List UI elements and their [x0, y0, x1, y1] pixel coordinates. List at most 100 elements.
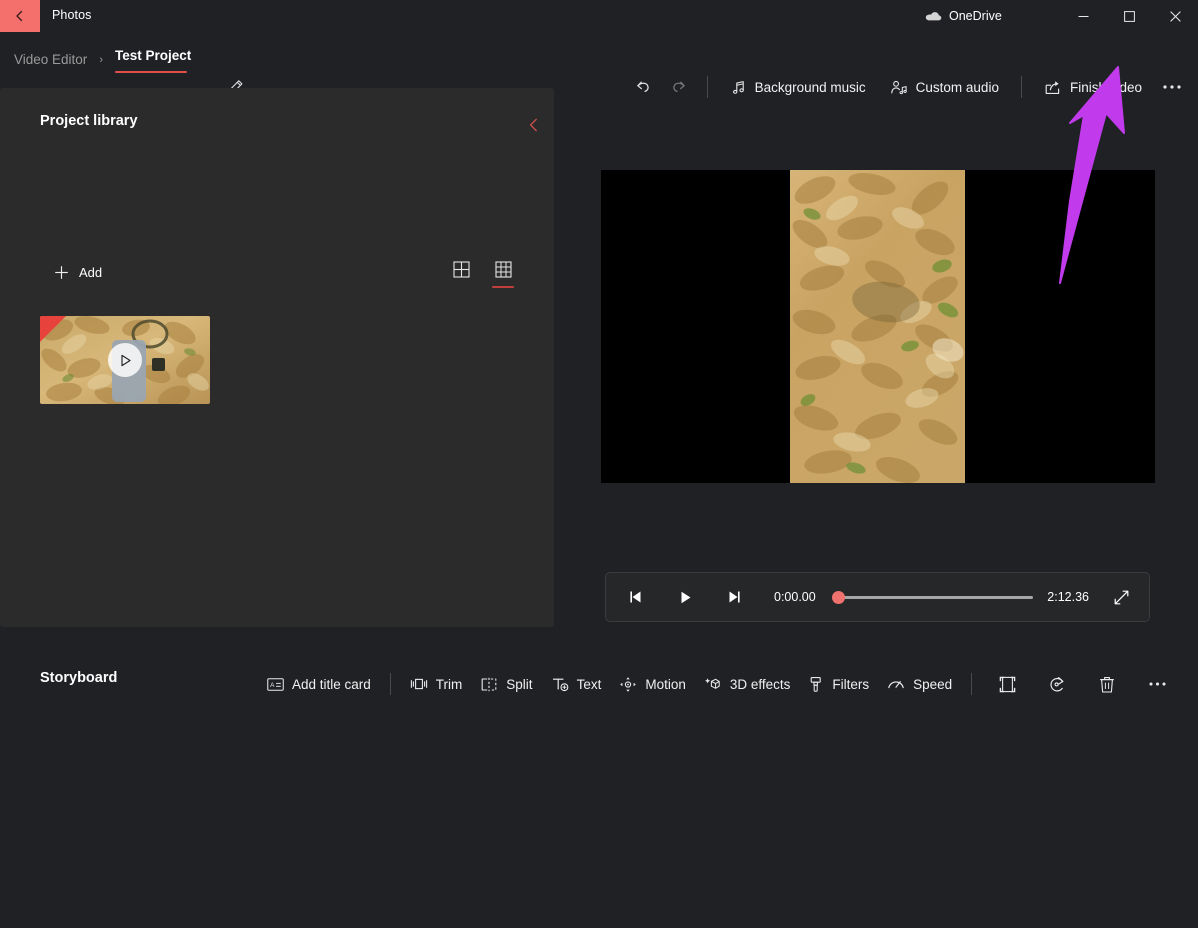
library-clip-thumbnail[interactable]	[40, 316, 210, 404]
undo-button[interactable]	[625, 70, 661, 104]
close-button[interactable]	[1152, 0, 1198, 32]
minimize-button[interactable]	[1060, 0, 1106, 32]
background-music-label: Background music	[755, 80, 866, 95]
photos-video-editor-window: Photos OneDrive	[0, 0, 1198, 928]
project-library-title: Project library	[40, 113, 138, 129]
motion-icon	[619, 676, 637, 693]
filters-button[interactable]: Filters	[799, 668, 878, 700]
title-card-icon: A	[267, 677, 284, 692]
clip-flag-marker	[40, 316, 66, 342]
trim-label: Trim	[436, 677, 463, 692]
project-library-panel: Project library Add	[0, 88, 554, 627]
title-bar: Photos OneDrive	[0, 0, 1198, 32]
redo-button[interactable]	[661, 70, 697, 104]
rotate-icon	[1048, 675, 1067, 694]
split-label: Split	[506, 677, 532, 692]
storyboard-more-options-button[interactable]	[1138, 668, 1176, 700]
onedrive-status[interactable]: OneDrive	[925, 6, 1002, 26]
previous-frame-icon	[628, 590, 644, 604]
rotate-button[interactable]	[1038, 668, 1076, 700]
small-grid-view-button[interactable]	[489, 258, 517, 288]
chevron-left-icon	[527, 117, 541, 133]
motion-button[interactable]: Motion	[610, 668, 695, 700]
share-export-icon	[1044, 79, 1062, 96]
split-icon	[480, 677, 498, 692]
text-button[interactable]: Text	[542, 668, 611, 700]
breadcrumb-current-project[interactable]: Test Project	[113, 44, 193, 75]
delete-button[interactable]	[1088, 668, 1126, 700]
custom-audio-label: Custom audio	[916, 80, 999, 95]
large-grid-view-button[interactable]	[447, 258, 475, 288]
grid-2x2-icon	[453, 261, 470, 278]
app-title: Photos	[52, 8, 92, 22]
fullscreen-button[interactable]	[1103, 580, 1139, 614]
speed-label: Speed	[913, 677, 952, 692]
current-time-label: 0:00.00	[774, 590, 816, 604]
filters-icon	[808, 676, 824, 693]
crop-resize-icon	[998, 675, 1017, 694]
minimize-icon	[1078, 11, 1089, 22]
play-button[interactable]	[667, 580, 703, 614]
add-title-card-button[interactable]: A Add title card	[258, 668, 380, 700]
storyboard-strip: 2:12	[0, 725, 1198, 900]
redo-icon	[669, 77, 689, 97]
crop-resize-button[interactable]	[988, 668, 1026, 700]
previous-frame-button[interactable]	[618, 580, 654, 614]
play-icon	[678, 590, 693, 605]
toolbar-divider	[707, 76, 708, 98]
trim-icon	[410, 676, 428, 692]
custom-audio-button[interactable]: Custom audio	[878, 70, 1011, 104]
add-media-button[interactable]: Add	[50, 260, 106, 284]
scrubber-handle[interactable]	[832, 591, 845, 604]
undo-icon	[633, 77, 653, 97]
text-icon	[551, 676, 569, 692]
close-icon	[1170, 11, 1181, 22]
background-music-button[interactable]: Background music	[718, 70, 878, 104]
back-arrow-icon	[12, 8, 28, 24]
library-view-toggles	[447, 258, 517, 288]
grid-3x3-icon	[495, 261, 512, 278]
3d-effects-icon	[704, 676, 722, 693]
scrubber-track	[839, 596, 1034, 599]
breadcrumb-separator: ›	[99, 54, 103, 66]
window-controls	[1060, 0, 1198, 32]
more-options-button[interactable]	[1154, 70, 1190, 104]
add-label: Add	[79, 265, 102, 280]
toolbar-divider-2	[1021, 76, 1022, 98]
next-frame-icon	[726, 590, 742, 604]
project-name: Test Project	[115, 48, 191, 63]
3d-effects-label: 3D effects	[730, 677, 791, 692]
filters-label: Filters	[832, 677, 869, 692]
storyboard-title: Storyboard	[40, 670, 117, 686]
next-frame-button[interactable]	[716, 580, 752, 614]
video-preview-stage	[601, 170, 1155, 483]
play-icon	[118, 353, 133, 368]
breadcrumb-video-editor[interactable]: Video Editor	[12, 49, 89, 70]
playback-scrubber[interactable]	[832, 587, 1034, 607]
3d-effects-button[interactable]: 3D effects	[695, 668, 800, 700]
onedrive-label: OneDrive	[949, 9, 1002, 23]
person-audio-icon	[890, 79, 908, 96]
text-label: Text	[577, 677, 602, 692]
more-horizontal-icon	[1162, 84, 1182, 90]
preview-player-controls: 0:00.00 2:12.36	[605, 572, 1150, 622]
view-selected-underline	[492, 286, 514, 289]
finish-video-button[interactable]: Finish video	[1032, 70, 1154, 104]
command-bar-actions: Background music Custom audio	[625, 66, 1190, 108]
storyboard-toolbar: A Add title card Trim Split	[258, 666, 1182, 702]
speed-button[interactable]: Speed	[878, 668, 961, 700]
back-button[interactable]	[0, 0, 40, 32]
fullscreen-expand-icon	[1113, 589, 1130, 606]
split-button[interactable]: Split	[471, 668, 541, 700]
total-time-label: 2:12.36	[1047, 590, 1089, 604]
svg-text:A: A	[270, 682, 275, 689]
plus-icon	[54, 265, 69, 280]
collapse-library-button[interactable]	[521, 113, 547, 137]
play-overlay-button[interactable]	[108, 343, 142, 377]
trim-button[interactable]: Trim	[401, 668, 472, 700]
trash-icon	[1098, 675, 1116, 694]
maximize-button[interactable]	[1106, 0, 1152, 32]
add-title-card-label: Add title card	[292, 677, 371, 692]
finish-video-label: Finish video	[1070, 80, 1142, 95]
active-underline	[115, 71, 187, 74]
